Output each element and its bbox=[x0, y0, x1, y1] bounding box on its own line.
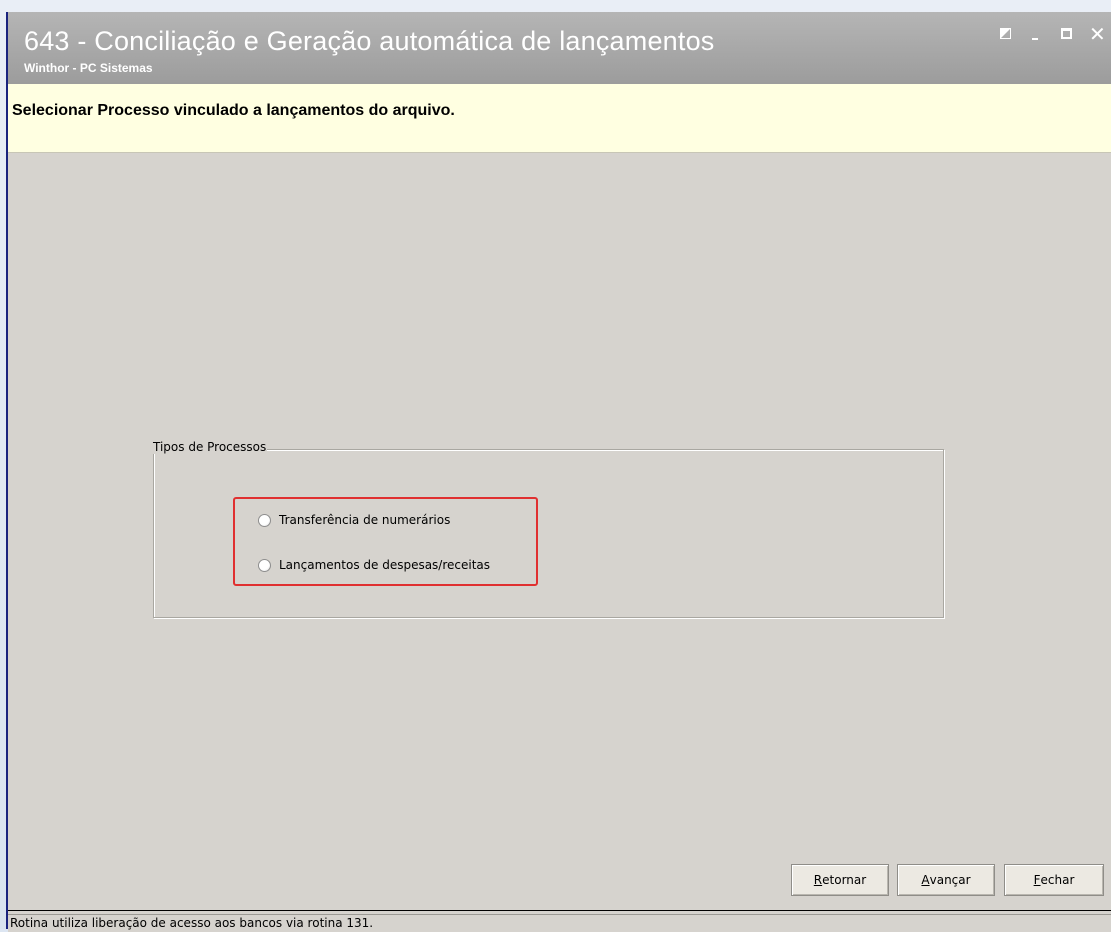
radio-button[interactable] bbox=[258, 558, 271, 572]
window-subtitle: Winthor - PC Sistemas bbox=[24, 61, 153, 75]
radio-button[interactable] bbox=[258, 513, 271, 527]
avancar-button[interactable]: Avançar bbox=[897, 864, 995, 896]
radio-label: Transferência de numerários bbox=[279, 513, 451, 527]
radio-label: Lançamentos de despesas/receitas bbox=[279, 558, 491, 572]
retornar-button[interactable]: Retornar bbox=[791, 864, 889, 896]
title-bar[interactable]: 643 - Conciliação e Geração automática d… bbox=[6, 12, 1111, 84]
minimize-icon[interactable] bbox=[1029, 26, 1045, 42]
mnemonic-letter: R bbox=[813, 873, 823, 887]
button-label: etornar bbox=[822, 873, 867, 887]
separator-line bbox=[8, 910, 1111, 911]
window-title: 643 - Conciliação e Geração automática d… bbox=[24, 26, 715, 56]
step-instruction: Selecionar Processo vinculado a lançamen… bbox=[12, 102, 455, 119]
window-controls: ✕ bbox=[999, 24, 1106, 44]
button-label: echar bbox=[1040, 873, 1075, 887]
app-window: 643 - Conciliação e Geração automática d… bbox=[6, 12, 1111, 932]
mnemonic-letter: A bbox=[921, 873, 930, 887]
radio-lancamentos[interactable]: Lançamentos de despesas/receitas bbox=[258, 558, 490, 572]
fechar-button[interactable]: Fechar bbox=[1004, 864, 1104, 896]
radio-transferencia[interactable]: Transferência de numerários bbox=[258, 513, 450, 527]
highlight-box bbox=[233, 497, 538, 586]
restore-icon[interactable] bbox=[999, 26, 1015, 42]
group-legend: Tipos de Processos bbox=[152, 440, 268, 454]
maximize-icon[interactable] bbox=[1059, 26, 1075, 42]
close-icon[interactable]: ✕ bbox=[1089, 24, 1106, 44]
instruction-band: Selecionar Processo vinculado a lançamen… bbox=[8, 84, 1111, 153]
client-area: Selecionar Processo vinculado a lançamen… bbox=[8, 84, 1111, 932]
button-label: vançar bbox=[929, 873, 971, 887]
mnemonic-letter: F bbox=[1033, 873, 1041, 887]
status-bar: Rotina utiliza liberação de acesso aos b… bbox=[8, 914, 1111, 932]
